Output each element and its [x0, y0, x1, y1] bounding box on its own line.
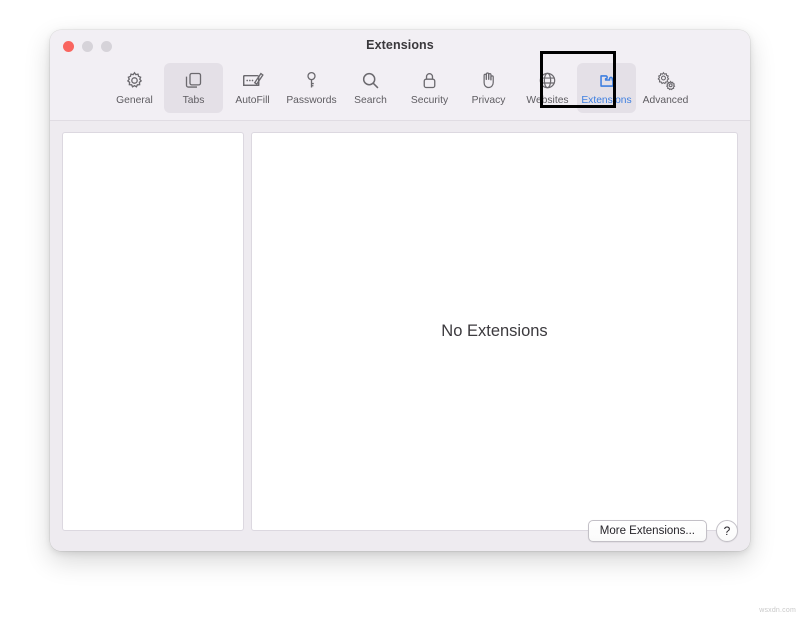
gear-icon [124, 68, 145, 93]
hand-icon [478, 68, 499, 93]
key-icon [301, 68, 322, 93]
search-icon [360, 68, 381, 93]
toolbar-item-general[interactable]: General [105, 63, 164, 113]
toolbar-item-privacy[interactable]: Privacy [459, 63, 518, 113]
toolbar-item-extensions[interactable]: Extensions [577, 63, 636, 113]
toolbar-item-label: Security [410, 95, 449, 106]
preferences-footer: More Extensions... ? [62, 520, 738, 542]
preferences-content: No Extensions [50, 121, 750, 551]
window-title: Extensions [366, 38, 434, 52]
extension-detail-panel: No Extensions [251, 132, 738, 531]
autofill-icon [241, 68, 264, 93]
window-titlebar: Extensions [50, 30, 750, 62]
toolbar-item-label: Advanced [642, 95, 689, 106]
toolbar-item-security[interactable]: Security [400, 63, 459, 113]
toolbar-item-search[interactable]: Search [341, 63, 400, 113]
toolbar-item-advanced[interactable]: Advanced [636, 63, 695, 113]
toolbar-item-label: Websites [526, 95, 569, 106]
more-extensions-button[interactable]: More Extensions... [587, 520, 707, 542]
toolbar-item-passwords[interactable]: Passwords [282, 63, 341, 113]
toolbar-item-label: AutoFill [235, 95, 270, 106]
toolbar-item-label: Search [354, 95, 387, 106]
tabs-icon [183, 68, 204, 93]
toolbar-item-label: Privacy [471, 95, 506, 106]
puzzle-icon [596, 68, 618, 93]
help-button[interactable]: ? [716, 520, 738, 542]
preferences-window: Extensions General Tabs AutoFill Passwor… [50, 30, 750, 551]
extensions-list-panel[interactable] [62, 132, 244, 531]
globe-icon [537, 68, 558, 93]
lock-icon [419, 68, 440, 93]
toolbar-item-label: Passwords [286, 95, 337, 106]
toolbar-item-label: General [116, 95, 153, 106]
toolbar-item-label: Tabs [182, 95, 205, 106]
toolbar-item-tabs[interactable]: Tabs [164, 63, 223, 113]
watermark: wsxdn.com [759, 607, 796, 614]
toolbar-item-autofill[interactable]: AutoFill [223, 63, 282, 113]
toolbar-item-label: Extensions [581, 95, 632, 106]
toolbar-item-websites[interactable]: Websites [518, 63, 577, 113]
gears-icon [655, 68, 677, 93]
no-extensions-message: No Extensions [441, 322, 548, 340]
preferences-toolbar: General Tabs AutoFill Passwords Search S… [50, 62, 750, 121]
